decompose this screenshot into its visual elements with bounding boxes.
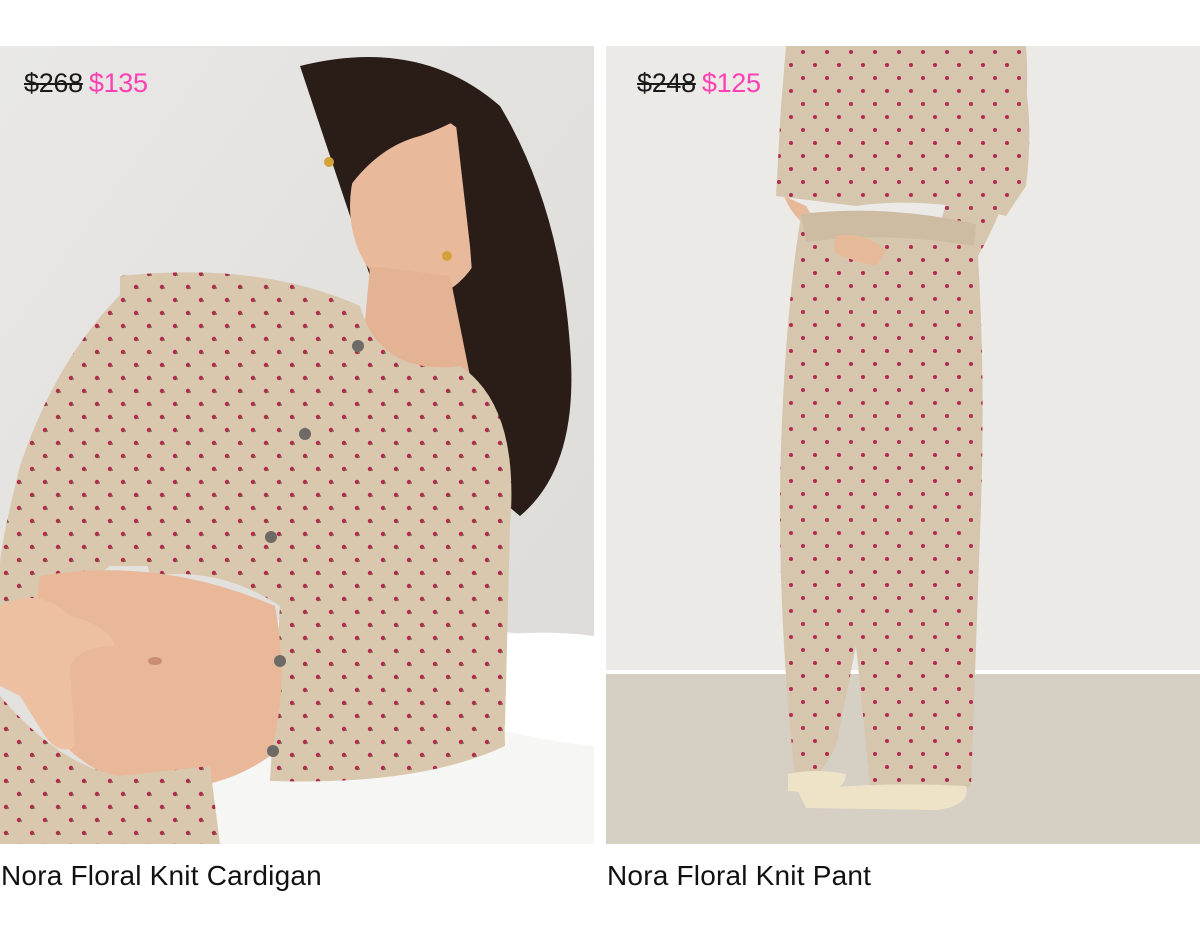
sale-price: $135 [88, 68, 148, 98]
price-pant: $248 $125 [637, 68, 761, 99]
price-cardigan: $268 $135 [24, 68, 148, 99]
original-price: $248 [637, 68, 696, 98]
model-in-pant-photo [606, 46, 1200, 844]
product-name-cardigan[interactable]: Nora Floral Knit Cardigan [1, 860, 322, 892]
product-name-pant[interactable]: Nora Floral Knit Pant [607, 860, 871, 892]
product-card-pant[interactable]: $248 $125 Nora Floral Knit Pant [606, 46, 1200, 891]
product-image-cardigan[interactable]: $268 $135 [0, 46, 594, 844]
model-in-cardigan-photo [0, 46, 594, 844]
original-price: $268 [24, 68, 83, 98]
product-card-cardigan[interactable]: $268 $135 Nora Floral Knit Cardigan [0, 46, 594, 891]
sale-price: $125 [701, 68, 761, 98]
product-image-pant[interactable]: $248 $125 [606, 46, 1200, 844]
